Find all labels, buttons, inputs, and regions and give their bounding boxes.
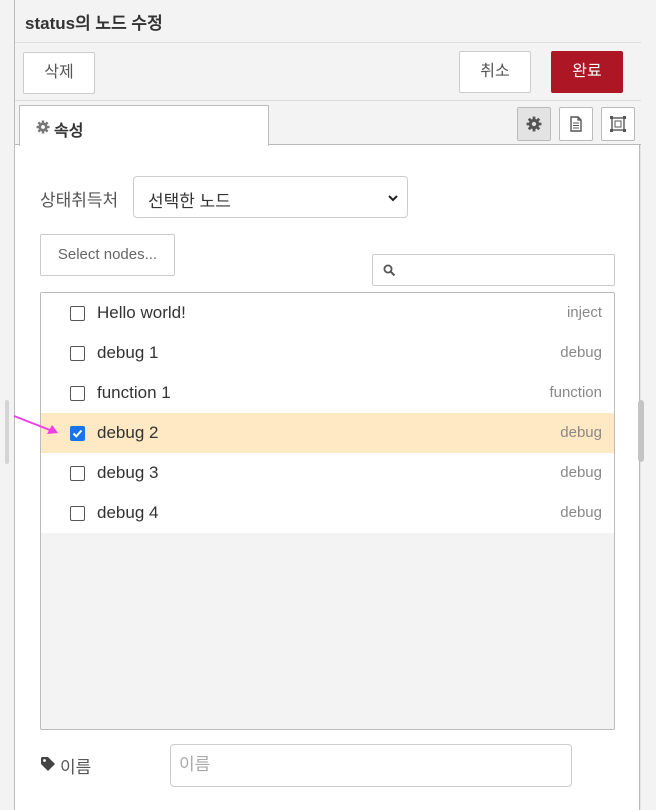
search-input[interactable] [372, 254, 615, 286]
node-type: debug [560, 464, 602, 481]
list-item[interactable]: debug 1 debug [41, 333, 614, 373]
node-type: debug [560, 504, 602, 521]
name-field[interactable] [170, 744, 572, 787]
description-tab-button[interactable] [559, 107, 593, 141]
node-checkbox[interactable] [70, 466, 85, 481]
canvas-edge-left [0, 0, 14, 810]
node-checkbox[interactable] [70, 426, 85, 441]
tray-title: status의 노드 수정 [25, 14, 163, 33]
source-select-value: 선택한 노드 [148, 192, 231, 211]
node-checkbox[interactable] [70, 386, 85, 401]
delete-button[interactable]: 삭제 [23, 52, 95, 94]
node-list[interactable]: Hello world! inject debug 1 debug function 1… [40, 292, 615, 730]
name-label: 이름 [60, 758, 92, 777]
tray-toolbar: 삭제 취소 완료 [15, 43, 641, 101]
list-item[interactable]: debug 3 debug [41, 453, 614, 493]
settings-tab-button[interactable] [517, 107, 551, 141]
node-name: debug 1 [97, 343, 159, 362]
node-type: debug [560, 344, 602, 361]
done-button[interactable]: 완료 [551, 51, 623, 93]
tab-properties[interactable]: 속성 [19, 105, 269, 146]
edit-tray: status의 노드 수정 삭제 취소 완료 속성 상태취득처 선택한 노드 S… [14, 0, 641, 810]
node-name: debug 4 [97, 503, 159, 522]
node-checkbox[interactable] [70, 306, 85, 321]
source-label: 상태취득처 [40, 191, 119, 210]
list-item[interactable]: Hello world! inject [41, 293, 614, 333]
node-name: Hello world! [97, 303, 186, 322]
node-name: debug 2 [97, 423, 159, 442]
name-input[interactable] [179, 755, 559, 775]
list-item[interactable]: function 1 function [41, 373, 614, 413]
tray-header: status의 노드 수정 [15, 0, 641, 43]
cancel-button[interactable]: 취소 [459, 51, 531, 93]
node-type: inject [566, 304, 602, 321]
chevron-down-icon [387, 191, 399, 209]
node-name: debug 3 [97, 463, 159, 482]
scrollbar[interactable] [638, 400, 644, 462]
tab-properties-label: 속성 [54, 123, 84, 140]
gear-icon [36, 120, 50, 139]
node-type: debug [560, 424, 602, 441]
node-checkbox[interactable] [70, 346, 85, 361]
list-item[interactable]: debug 4 debug [41, 493, 614, 533]
check-icon [72, 429, 83, 438]
annotation-arrow [13, 415, 58, 434]
list-item[interactable]: debug 2 debug [41, 413, 614, 453]
select-nodes-button[interactable]: Select nodes... [40, 234, 175, 276]
node-name: function 1 [97, 383, 171, 402]
node-type: function [549, 384, 602, 401]
source-select[interactable]: 선택한 노드 [133, 176, 408, 218]
tag-icon [40, 756, 56, 777]
appearance-tab-button[interactable] [601, 107, 635, 141]
node-list-items: Hello world! inject debug 1 debug function 1… [41, 293, 614, 533]
tab-bar: 속성 [15, 101, 641, 146]
node-checkbox[interactable] [70, 506, 85, 521]
